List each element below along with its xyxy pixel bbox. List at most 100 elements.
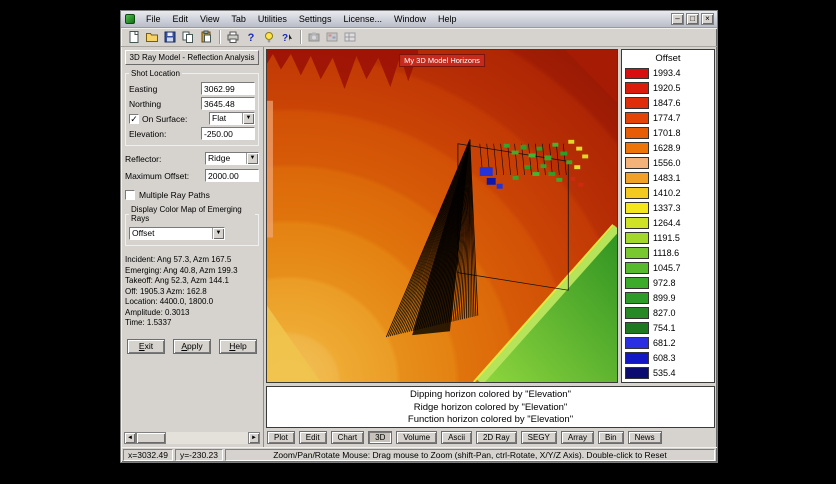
grid-icon[interactable] bbox=[341, 29, 358, 45]
title-bar: File Edit View Tab Utilities Settings License.… bbox=[121, 11, 717, 28]
help-icon[interactable]: ? bbox=[242, 29, 259, 45]
legend-color-swatch bbox=[625, 306, 649, 319]
horizon-caption-line: Function horizon colored by "Elevation" bbox=[407, 414, 574, 425]
snapshot-icon[interactable] bbox=[305, 29, 322, 45]
context-help-icon[interactable]: ? bbox=[278, 29, 295, 45]
color-map-value: Offset bbox=[132, 228, 155, 238]
menu-tab[interactable]: Tab bbox=[225, 13, 252, 25]
reflector-value: Ridge bbox=[208, 153, 231, 163]
legend-color-swatch bbox=[625, 291, 649, 304]
legend-value: 754.1 bbox=[653, 322, 676, 333]
legend-color-swatch bbox=[625, 157, 649, 170]
legend-color-swatch bbox=[625, 67, 649, 80]
legend-color-swatch bbox=[625, 187, 649, 200]
maximize-button[interactable]: □ bbox=[686, 13, 699, 25]
tab-edit[interactable]: Edit bbox=[298, 431, 327, 444]
status-y-coordinate: y=-230.23 bbox=[174, 449, 223, 461]
legend-value: 1701.8 bbox=[653, 128, 681, 139]
menu-license[interactable]: License... bbox=[337, 13, 388, 25]
legend-color-swatch bbox=[625, 231, 649, 244]
toolbar: ?? bbox=[121, 28, 717, 47]
menu-file[interactable]: File bbox=[140, 13, 167, 25]
menu-edit[interactable]: Edit bbox=[167, 13, 195, 25]
new-document-icon[interactable] bbox=[125, 29, 142, 45]
status-message: Zoom/Pan/Rotate Mouse: Drag mouse to Zoo… bbox=[225, 449, 715, 461]
panel-tab-title[interactable]: 3D Ray Model - Reflection Analysis bbox=[125, 50, 259, 65]
tip-icon[interactable] bbox=[260, 29, 277, 45]
panel-horizontal-scrollbar[interactable]: ◄ ► bbox=[124, 432, 260, 444]
chevron-down-icon[interactable]: ▼ bbox=[246, 153, 258, 164]
ray-info-line: Takeoff: Ang 52.3, Azm 144.1 bbox=[125, 276, 229, 285]
legend-color-swatch bbox=[625, 217, 649, 229]
legend-value: 1191.5 bbox=[653, 232, 680, 243]
print-icon[interactable] bbox=[224, 29, 241, 45]
toolbar-separator bbox=[300, 30, 301, 44]
tab-ascii[interactable]: Ascii bbox=[441, 431, 472, 444]
legend-value: 1410.2 bbox=[653, 188, 681, 199]
horizon-caption-line: Ridge horizon colored by "Elevation" bbox=[413, 401, 568, 413]
menu-utilities[interactable]: Utilities bbox=[252, 13, 293, 25]
legend-rows: 1993.4 1920.5 1847.6 1774.7 1701.8 1628.9 1556… bbox=[625, 66, 711, 380]
legend-entry: 899.9 bbox=[625, 290, 711, 305]
main-body: 3D Ray Model - Reflection Analysis Shot … bbox=[121, 47, 717, 447]
ray-info-line: Time: 1.5337 bbox=[125, 318, 172, 327]
scroll-right-icon[interactable]: ► bbox=[248, 432, 260, 444]
on-surface-combobox[interactable]: Flat ▼ bbox=[209, 112, 255, 125]
tab-bin[interactable]: Bin bbox=[598, 431, 624, 444]
color-map-group-label: Display Color Map of Emerging Rays bbox=[131, 205, 242, 223]
legend-color-swatch bbox=[625, 246, 649, 259]
northing-input[interactable] bbox=[201, 97, 255, 110]
tab-3d[interactable]: 3D bbox=[368, 431, 393, 444]
scrollbar-track[interactable] bbox=[136, 432, 248, 444]
on-surface-label: On Surface: bbox=[142, 113, 188, 124]
exit-button[interactable]: Exit bbox=[127, 338, 165, 354]
paste-icon[interactable] bbox=[197, 29, 214, 45]
help-button[interactable]: Help bbox=[219, 338, 257, 354]
elevation-input[interactable] bbox=[201, 127, 255, 140]
maximum-offset-input[interactable] bbox=[205, 169, 259, 182]
tab-array[interactable]: Array bbox=[560, 431, 595, 444]
close-button[interactable]: × bbox=[701, 13, 714, 25]
legend-color-swatch bbox=[625, 82, 649, 95]
legend-entry: 1118.6 bbox=[625, 245, 711, 260]
tab-chart[interactable]: Chart bbox=[330, 431, 365, 444]
legend-entry: 1847.6 bbox=[625, 96, 711, 111]
apply-button[interactable]: Apply bbox=[173, 338, 211, 354]
reflector-combobox[interactable]: Ridge ▼ bbox=[205, 152, 259, 165]
open-folder-icon[interactable] bbox=[143, 29, 160, 45]
left-panel: 3D Ray Model - Reflection Analysis Shot … bbox=[121, 47, 264, 447]
copy-icon[interactable] bbox=[179, 29, 196, 45]
tab-segy[interactable]: SEGY bbox=[520, 431, 557, 444]
color-map-combobox[interactable]: Offset ▼ bbox=[129, 227, 225, 240]
menu-view[interactable]: View bbox=[194, 13, 225, 25]
minimize-button[interactable]: – bbox=[671, 13, 684, 25]
tab-volume[interactable]: Volume bbox=[396, 431, 438, 444]
menu-help[interactable]: Help bbox=[432, 13, 463, 25]
save-icon[interactable] bbox=[161, 29, 178, 45]
tab-2d-ray[interactable]: 2D Ray bbox=[475, 431, 517, 444]
shot-location-group: Shot Location Easting Northing ✓ On Surf… bbox=[125, 69, 259, 146]
3d-viewport[interactable]: My 3D Model Horizons bbox=[266, 49, 618, 383]
palette-icon[interactable] bbox=[323, 29, 340, 45]
menu-settings[interactable]: Settings bbox=[293, 13, 338, 25]
multiple-ray-paths-checkbox[interactable] bbox=[125, 190, 135, 200]
scroll-left-icon[interactable]: ◄ bbox=[124, 432, 136, 444]
legend-value: 535.4 bbox=[653, 367, 676, 378]
legend-entry: 1556.0 bbox=[625, 156, 711, 171]
chevron-down-icon[interactable]: ▼ bbox=[212, 228, 224, 239]
legend-value: 608.3 bbox=[653, 352, 676, 363]
easting-input[interactable] bbox=[201, 82, 255, 95]
menu-bar: File Edit View Tab Utilities Settings License.… bbox=[140, 13, 671, 25]
tab-news[interactable]: News bbox=[627, 431, 662, 444]
on-surface-checkbox[interactable]: ✓ bbox=[129, 113, 139, 124]
scrollbar-thumb[interactable] bbox=[136, 432, 166, 444]
chevron-down-icon[interactable]: ▼ bbox=[242, 113, 254, 124]
legend-entry: 1045.7 bbox=[625, 260, 711, 275]
legend-entry: 1993.4 bbox=[625, 66, 711, 81]
menu-window[interactable]: Window bbox=[388, 13, 432, 25]
legend-entry: 681.2 bbox=[625, 335, 711, 350]
shot-location-label: Shot Location bbox=[131, 69, 180, 78]
multiple-ray-paths-label: Multiple Ray Paths bbox=[139, 190, 210, 200]
tab-plot[interactable]: Plot bbox=[267, 431, 295, 444]
legend-entry: 608.3 bbox=[625, 350, 711, 365]
